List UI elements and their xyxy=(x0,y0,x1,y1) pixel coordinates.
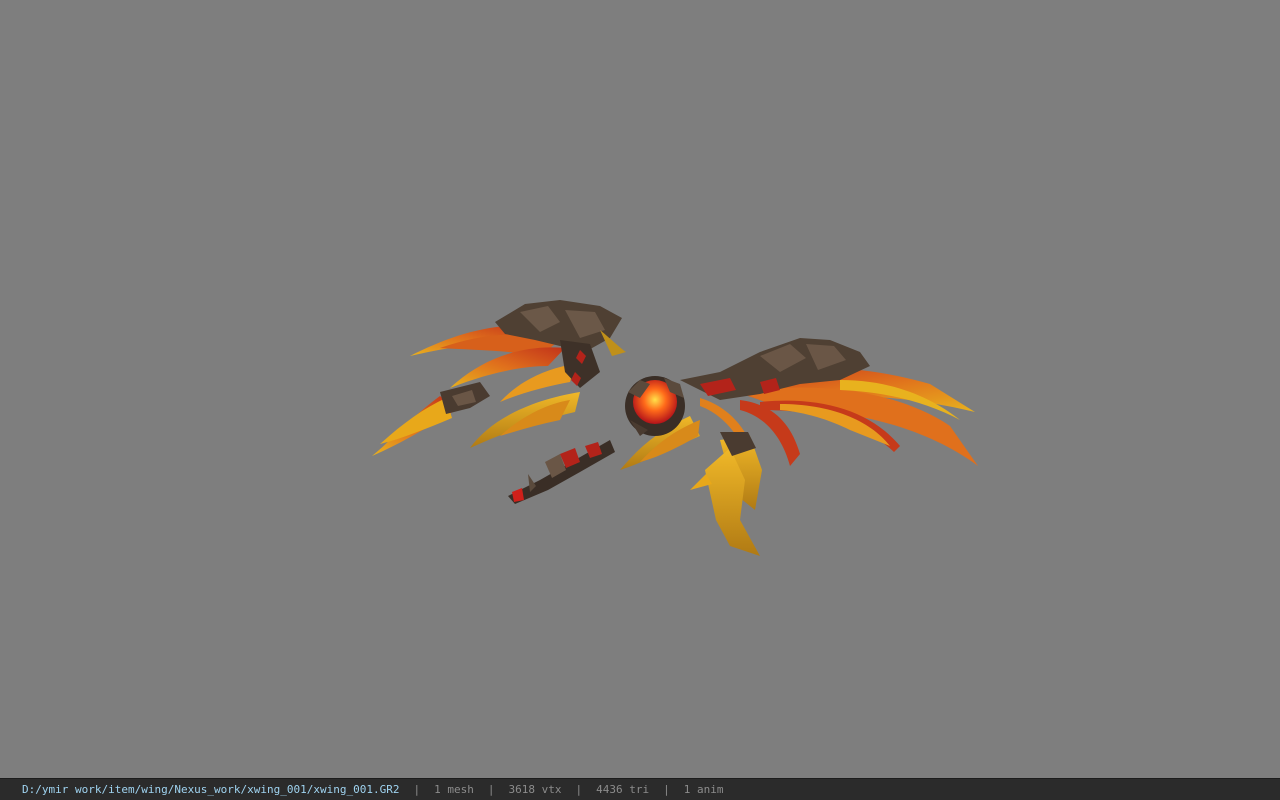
separator: | xyxy=(663,783,670,796)
wing-model-render[interactable] xyxy=(0,0,1280,778)
triangle-count: 4436 tri xyxy=(596,783,650,796)
file-path: D:/ymir work/item/wing/Nexus_work/xwing_… xyxy=(22,783,400,796)
vertex-count: 3618 vtx xyxy=(508,783,562,796)
separator: | xyxy=(575,783,583,796)
detached-armor-piece xyxy=(508,440,615,504)
mesh-count: 1 mesh xyxy=(434,783,474,796)
status-bar: D:/ymir work/item/wing/Nexus_work/xwing_… xyxy=(0,778,1280,800)
separator: | xyxy=(413,783,421,796)
anim-count: 1 anim xyxy=(683,783,724,796)
left-wing xyxy=(372,300,626,456)
3d-viewport[interactable] xyxy=(0,0,1280,778)
right-wing xyxy=(620,338,978,556)
separator: | xyxy=(487,783,495,796)
